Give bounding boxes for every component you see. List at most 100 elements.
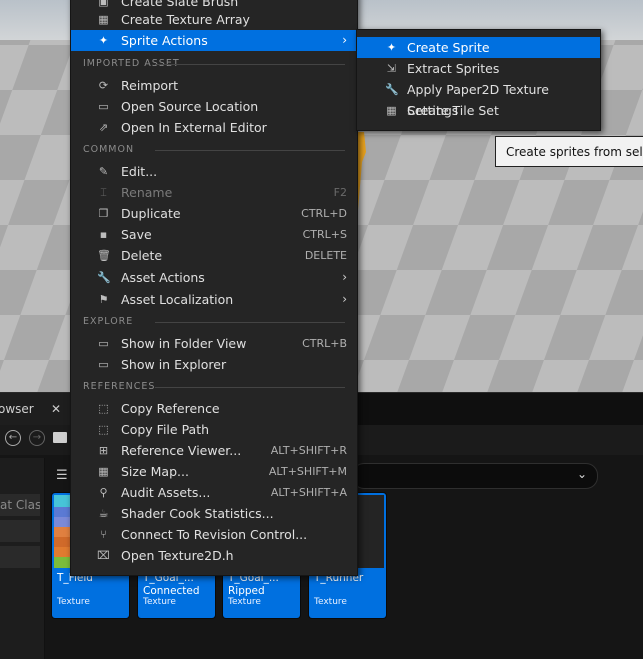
brush-icon: ▣	[98, 0, 109, 8]
folder-search-icon: ▭	[98, 337, 109, 350]
menu-item-label: Copy Reference	[121, 401, 220, 416]
menu-item-label: Open Source Location	[121, 99, 259, 114]
menu-item-label: Edit...	[121, 164, 158, 179]
menu-item-open-external-editor[interactable]: ⇗ Open In External Editor	[71, 117, 357, 138]
menu-item-label: Create Sprite	[407, 40, 490, 55]
forward-arrow-icon[interactable]: →	[29, 430, 45, 446]
folder-open-icon: ▭	[98, 100, 109, 113]
menu-item-create-texture-array[interactable]: ▦ Create Texture Array	[71, 9, 357, 30]
shortcut-label: ALT+SHIFT+M	[268, 465, 347, 478]
shortcut-label: CTRL+S	[302, 228, 347, 241]
external-editor-icon: ⇗	[98, 121, 109, 134]
menu-divider	[155, 64, 345, 65]
menu-item-rename[interactable]: ⌶ Rename F2	[71, 182, 357, 203]
menu-item-label: Create Tile Set	[407, 103, 499, 118]
menu-item-apply-paper2d-settings[interactable]: 🔧 Apply Paper2D Texture Settings	[357, 79, 600, 118]
menu-item-label: Size Map...	[121, 464, 189, 479]
source-row[interactable]	[0, 520, 40, 542]
menu-item-label: Save	[121, 227, 152, 242]
tooltip: Create sprites from selecte	[495, 136, 643, 167]
menu-item-show-in-folder-view[interactable]: ▭ Show in Folder View CTRL+B	[71, 333, 357, 354]
menu-item-label: Audit Assets...	[121, 485, 211, 500]
explorer-icon: ▭	[98, 358, 109, 371]
menu-divider	[155, 387, 345, 388]
menu-item-label: Copy File Path	[121, 422, 210, 437]
menu-item-reference-viewer[interactable]: ⊞ Reference Viewer... ALT+SHIFT+R	[71, 440, 357, 461]
section-header-references: REFERENCES	[83, 381, 156, 392]
shortcut-label: ALT+SHIFT+A	[270, 486, 347, 499]
menu-item-create-tile-set[interactable]: ▦ Create Tile Set	[357, 100, 600, 121]
menu-item-label: Duplicate	[121, 206, 181, 221]
menu-item-label: Open In External Editor	[121, 120, 267, 135]
menu-item-label: Open Texture2D.h	[121, 548, 234, 563]
menu-item-save[interactable]: ▪ Save CTRL+S	[71, 224, 357, 245]
search-input[interactable]: ⌄	[352, 463, 598, 489]
sprite-actions-submenu: ✦ Create Sprite ⇲ Extract Sprites 🔧 Appl…	[356, 29, 601, 131]
extract-sprites-icon: ⇲	[386, 62, 397, 75]
size-map-icon: ▦	[98, 465, 109, 478]
menu-item-extract-sprites[interactable]: ⇲ Extract Sprites	[357, 58, 600, 79]
menu-item-reimport[interactable]: ⟳ Reimport	[71, 75, 357, 96]
menu-item-asset-localization[interactable]: ⚑ Asset Localization ›	[71, 289, 357, 310]
menu-item-label: Extract Sprites	[407, 61, 500, 76]
asset-type: Texture	[314, 597, 347, 607]
filter-icon[interactable]: ☰	[56, 468, 68, 483]
asset-type: Texture	[143, 597, 176, 607]
chevron-down-icon[interactable]: ⌄	[577, 467, 587, 481]
menu-item-label: Rename	[121, 185, 173, 200]
menu-divider	[155, 150, 345, 151]
menu-item-show-in-explorer[interactable]: ▭ Show in Explorer	[71, 354, 357, 375]
menu-item-duplicate[interactable]: ❐ Duplicate CTRL+D	[71, 203, 357, 224]
close-icon[interactable]: ✕	[51, 393, 61, 425]
menu-item-label: Asset Actions	[121, 270, 205, 285]
asset-context-menu: ▣ Create Slate Brush ▦ Create Texture Ar…	[70, 0, 358, 576]
menu-item-label: Reimport	[121, 78, 179, 93]
asset-subtitle: Connected	[143, 585, 200, 597]
folder-icon[interactable]	[53, 432, 67, 443]
asset-subtitle: Ripped	[228, 585, 265, 597]
menu-item-label: Connect To Revision Control...	[121, 527, 308, 542]
source-row[interactable]	[0, 546, 40, 568]
chevron-right-icon: ›	[342, 292, 347, 306]
menu-item-open-source-location[interactable]: ▭ Open Source Location	[71, 96, 357, 117]
create-sprite-icon: ✦	[386, 41, 397, 54]
menu-item-size-map[interactable]: ▦ Size Map... ALT+SHIFT+M	[71, 461, 357, 482]
paper2d-settings-icon: 🔧	[385, 83, 399, 96]
trash-icon: 🗑	[97, 249, 111, 262]
audit-icon: ⚲	[99, 486, 108, 499]
section-header-explore: EXPLORE	[83, 316, 134, 327]
menu-item-label: Show in Folder View	[121, 336, 247, 351]
copy-reference-icon: ⬚	[98, 402, 109, 415]
menu-item-asset-actions[interactable]: 🔧 Asset Actions ›	[71, 267, 357, 288]
chevron-right-icon: ›	[342, 270, 347, 284]
sprite-icon: ✦	[98, 34, 109, 47]
menu-item-sprite-actions[interactable]: ✦ Sprite Actions ›	[71, 30, 357, 51]
menu-item-audit-assets[interactable]: ⚲ Audit Assets... ALT+SHIFT+A	[71, 482, 357, 503]
back-arrow-icon[interactable]: ←	[5, 430, 21, 446]
shader-stats-icon: ☕	[98, 507, 109, 520]
shortcut-label: F2	[333, 186, 347, 199]
menu-item-copy-file-path[interactable]: ⬚ Copy File Path	[71, 419, 357, 440]
revision-control-icon: ⑂	[100, 528, 107, 541]
menu-item-create-sprite[interactable]: ✦ Create Sprite	[357, 37, 600, 58]
menu-item-label: Asset Localization	[121, 292, 234, 307]
shortcut-label: CTRL+B	[302, 337, 347, 350]
menu-item-connect-revision-control[interactable]: ⑂ Connect To Revision Control...	[71, 524, 357, 545]
menu-item-label: Reference Viewer...	[121, 443, 242, 458]
menu-item-copy-reference[interactable]: ⬚ Copy Reference	[71, 398, 357, 419]
menu-item-label: Delete	[121, 248, 163, 263]
wrench-icon: 🔧	[97, 271, 111, 284]
menu-item-delete[interactable]: 🗑 Delete DELETE	[71, 245, 357, 266]
source-row[interactable]: at Clas	[0, 494, 40, 516]
sources-panel: at Clas	[0, 458, 45, 659]
menu-item-edit[interactable]: ✎ Edit...	[71, 161, 357, 182]
pencil-icon: ✎	[98, 165, 109, 178]
copy-path-icon: ⬚	[98, 423, 109, 436]
menu-item-label: Shader Cook Statistics...	[121, 506, 274, 521]
menu-item-open-texture2d-h[interactable]: ⌧ Open Texture2D.h	[71, 545, 357, 566]
shortcut-label: ALT+SHIFT+R	[270, 444, 347, 457]
menu-divider	[155, 322, 345, 323]
asset-type: Texture	[57, 597, 90, 607]
tab-content-browser[interactable]: owser ✕	[0, 393, 70, 425]
menu-item-shader-cook-statistics[interactable]: ☕ Shader Cook Statistics...	[71, 503, 357, 524]
